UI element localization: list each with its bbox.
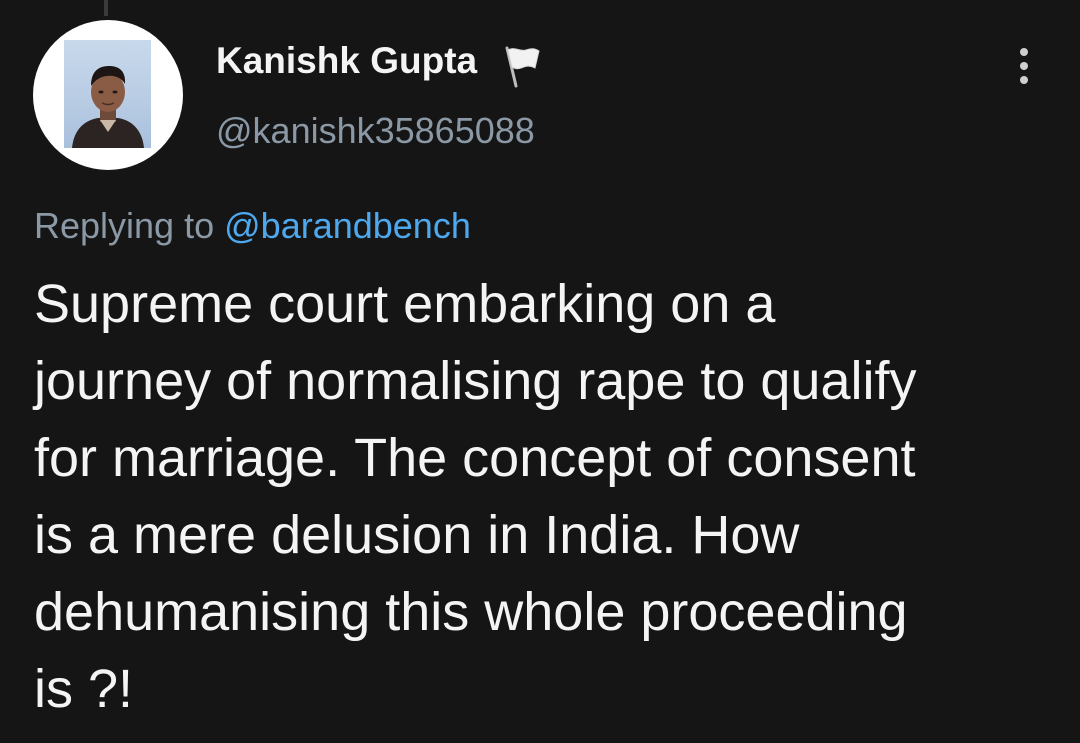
thread-connector-line bbox=[104, 0, 108, 16]
tweet-body-line: dehumanising this whole proceeding bbox=[34, 582, 908, 642]
tweet-body-line: Supreme court embarking on a bbox=[34, 274, 776, 334]
tweet-body-line: is ?! bbox=[34, 659, 134, 719]
tweet-body: Supreme court embarking on a journey of … bbox=[34, 266, 1064, 728]
avatar-photo bbox=[64, 40, 151, 148]
tweet-body-line: is a mere delusion in India. How bbox=[34, 505, 800, 565]
avatar[interactable] bbox=[33, 20, 183, 170]
replying-to-line: Replying to @barandbench bbox=[34, 205, 471, 247]
more-vertical-icon[interactable] bbox=[1006, 44, 1042, 88]
mention-link[interactable]: @barandbench bbox=[224, 205, 471, 246]
author-handle[interactable]: @kanishk35865088 bbox=[216, 110, 535, 152]
person-portrait-icon bbox=[72, 66, 144, 148]
tweet-card: Kanishk Gupta @kanishk35865088 Replying … bbox=[0, 0, 1080, 743]
replying-to-label: Replying to bbox=[34, 205, 215, 246]
white-flag-icon bbox=[499, 42, 545, 88]
author-name[interactable]: Kanishk Gupta bbox=[216, 40, 477, 82]
tweet-body-line: journey of normalising rape to qualify bbox=[34, 351, 917, 411]
tweet-body-line: for marriage. The concept of consent bbox=[34, 428, 916, 488]
